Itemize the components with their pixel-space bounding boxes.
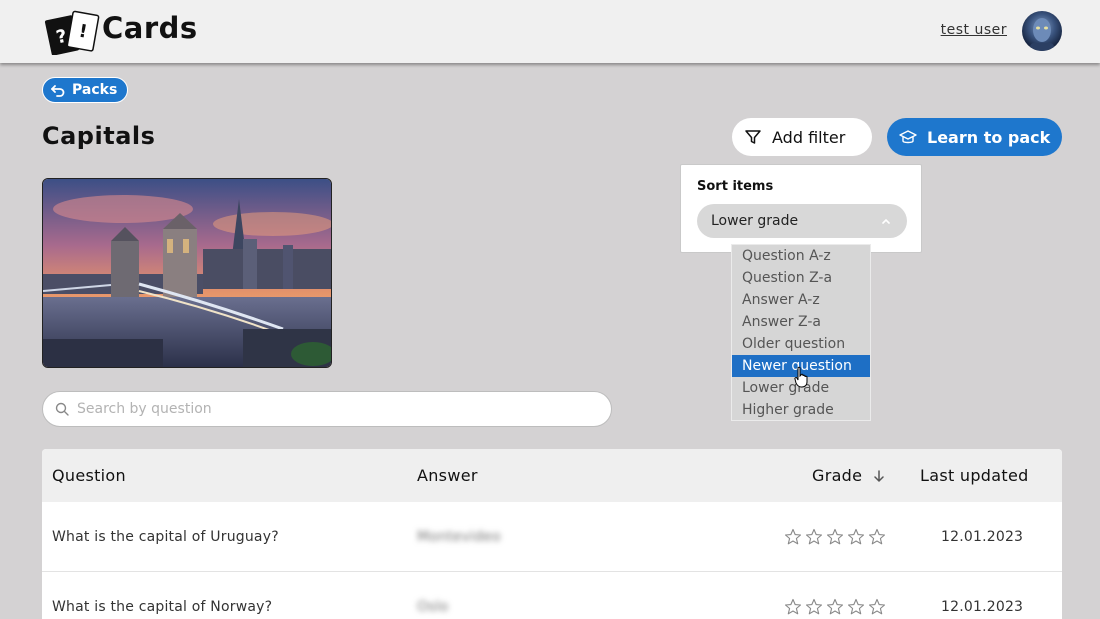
star-icon — [847, 598, 865, 615]
user-profile-link[interactable]: test user — [941, 22, 1007, 38]
learn-to-pack-button[interactable]: Learn to pack — [887, 118, 1062, 156]
sort-selected-value: Lower grade — [711, 213, 799, 229]
star-icon — [784, 598, 802, 615]
column-header-question[interactable]: Question — [52, 466, 126, 485]
column-header-answer[interactable]: Answer — [417, 466, 478, 485]
back-button-label: Packs — [72, 82, 118, 98]
sort-options-list: Question A-z Question Z-a Answer A-z Ans… — [731, 244, 871, 421]
back-arrow-icon — [51, 85, 65, 97]
search-input[interactable] — [77, 401, 577, 417]
cell-answer-blurred: Oslo — [417, 599, 449, 615]
avatar[interactable] — [1022, 11, 1062, 51]
star-icon — [868, 528, 886, 545]
star-icon — [784, 528, 802, 545]
sort-panel: Sort items Lower grade — [680, 164, 922, 253]
filter-icon — [745, 130, 761, 144]
sort-option[interactable]: Question A-z — [732, 245, 870, 267]
column-header-grade[interactable]: Grade — [812, 466, 884, 485]
sort-option[interactable]: Answer A-z — [732, 289, 870, 311]
table-row[interactable]: What is the capital of Uruguay? Montevid… — [42, 502, 1062, 572]
sort-option[interactable]: Older question — [732, 333, 870, 355]
column-header-last-updated[interactable]: Last updated — [920, 466, 1029, 485]
cell-question: What is the capital of Norway? — [52, 599, 273, 615]
star-icon — [805, 598, 823, 615]
add-filter-button[interactable]: Add filter — [732, 118, 872, 156]
cards-table: Question Answer Grade Last updated What … — [42, 449, 1062, 619]
page-title: Capitals — [42, 122, 156, 150]
app-header: ? ! Cards test user — [0, 0, 1100, 63]
table-row[interactable]: What is the capital of Norway? Oslo 12.0… — [42, 572, 1062, 619]
star-icon — [826, 528, 844, 545]
cell-last-updated: 12.01.2023 — [941, 529, 1024, 545]
back-to-packs-button[interactable]: Packs — [42, 77, 129, 103]
cards-logo-icon[interactable]: ? ! — [44, 9, 102, 55]
sort-option[interactable]: Answer Z-a — [732, 311, 870, 333]
cell-question: What is the capital of Uruguay? — [52, 529, 279, 545]
sort-option[interactable]: Question Z-a — [732, 267, 870, 289]
cell-answer-blurred: Montevideo — [417, 529, 501, 545]
app-title: Cards — [102, 11, 198, 45]
pack-cover-image — [42, 178, 332, 368]
star-icon — [868, 598, 886, 615]
graduation-cap-icon — [899, 130, 917, 144]
search-icon — [55, 402, 69, 416]
learn-button-label: Learn to pack — [927, 127, 1051, 147]
star-icon — [805, 528, 823, 545]
grade-stars — [784, 528, 886, 546]
arrow-down-icon — [873, 470, 884, 482]
add-filter-label: Add filter — [772, 127, 846, 147]
star-icon — [847, 528, 865, 545]
search-bar[interactable] — [42, 391, 612, 427]
avatar-face-icon — [1030, 18, 1054, 51]
sort-select[interactable]: Lower grade — [697, 204, 907, 238]
sort-option[interactable]: Higher grade — [732, 399, 870, 421]
hand-cursor-icon — [794, 366, 808, 388]
chevron-up-icon — [882, 218, 890, 224]
grade-stars — [784, 598, 886, 616]
column-header-grade-label: Grade — [812, 466, 863, 485]
sort-label: Sort items — [697, 179, 774, 194]
cell-last-updated: 12.01.2023 — [941, 599, 1024, 615]
table-header: Question Answer Grade Last updated — [42, 449, 1062, 502]
star-icon — [826, 598, 844, 615]
